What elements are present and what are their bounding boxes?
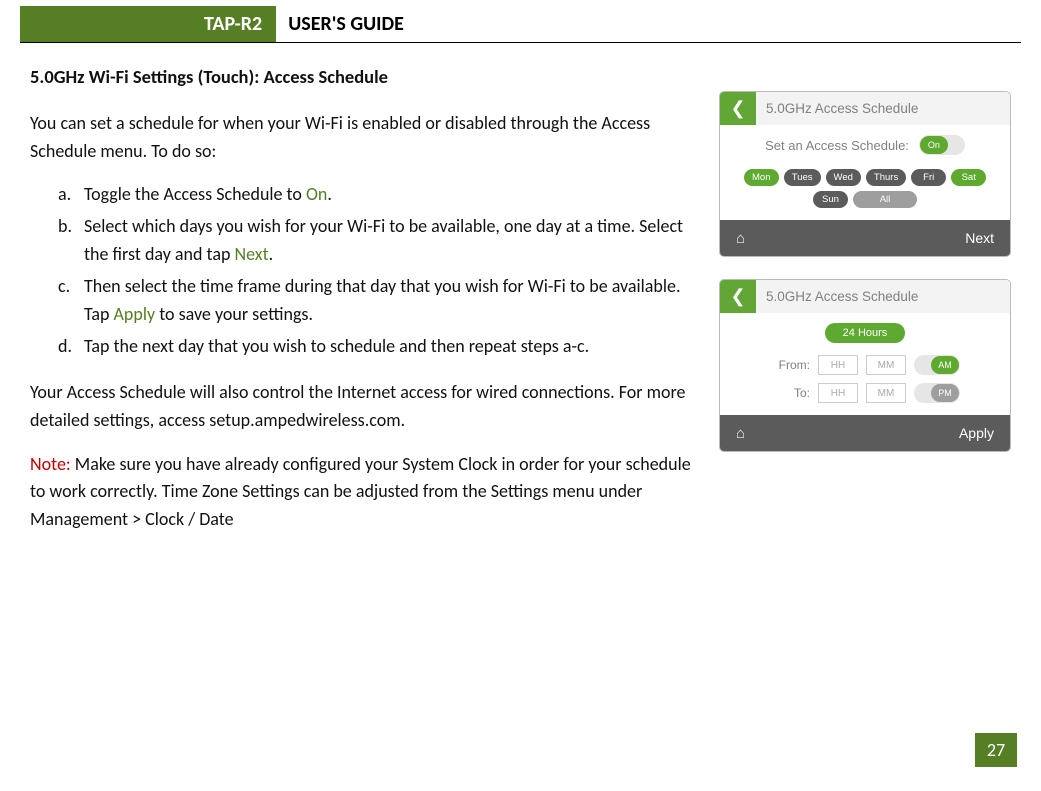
- time-grid: From: HH MM AM To: HH MM PM: [738, 355, 992, 403]
- day-chip-sun[interactable]: Sun: [813, 191, 848, 208]
- day-chip-wed[interactable]: Wed: [826, 169, 861, 186]
- step-text: Toggle the Access Schedule to: [84, 183, 306, 205]
- toggle-knob: AM: [931, 356, 959, 374]
- screens-column: ❮ 5.0GHz Access Schedule Set an Access S…: [719, 63, 1011, 550]
- step-letter: d.: [58, 333, 72, 361]
- day-chips: Mon Tues Wed Thurs Fri Sat Sun All: [738, 169, 992, 208]
- after-paragraph: Your Access Schedule will also control t…: [30, 379, 701, 435]
- screen-titlebar: ❮ 5.0GHz Access Schedule: [720, 280, 1010, 313]
- highlight-apply: Apply: [114, 303, 156, 325]
- home-icon[interactable]: ⌂: [736, 230, 745, 247]
- step-text-post: .: [269, 243, 274, 265]
- set-schedule-label: Set an Access Schedule:: [765, 138, 909, 153]
- section-title: 5.0GHz Wi-Fi Settings (Touch): Access Sc…: [30, 63, 701, 92]
- step-text: Tap the next day that you wish to schedu…: [84, 335, 589, 357]
- to-label: To:: [762, 386, 810, 400]
- step-text: Select which days you wish for your Wi-F…: [84, 215, 683, 265]
- intro-paragraph: You can set a schedule for when your Wi-…: [30, 110, 701, 166]
- day-chip-tues[interactable]: Tues: [784, 169, 821, 186]
- header-color-bar: [20, 6, 190, 42]
- step-text-post: .: [327, 183, 332, 205]
- to-mm-input[interactable]: MM: [866, 383, 906, 403]
- guide-title: USER'S GUIDE: [276, 6, 416, 42]
- note-label: Note:: [30, 453, 71, 475]
- day-chip-all[interactable]: All: [853, 191, 917, 208]
- schedule-toggle[interactable]: On: [919, 135, 965, 155]
- to-ampm-toggle[interactable]: PM: [914, 383, 960, 403]
- schedule-toggle-row: Set an Access Schedule: On: [738, 135, 992, 155]
- chevron-left-icon: ❮: [730, 98, 745, 119]
- steps-list: a. Toggle the Access Schedule to On. b. …: [30, 181, 701, 360]
- page-number: 27: [975, 733, 1017, 767]
- from-hh-input[interactable]: HH: [818, 355, 858, 375]
- step-d: d. Tap the next day that you wish to sch…: [58, 333, 701, 361]
- screen-footer: ⌂ Next: [720, 220, 1010, 256]
- next-button[interactable]: Next: [965, 230, 994, 246]
- screen-days: ❮ 5.0GHz Access Schedule Set an Access S…: [719, 91, 1011, 257]
- screen-body: Set an Access Schedule: On Mon Tues Wed …: [720, 125, 1010, 220]
- chevron-left-icon: ❮: [730, 286, 745, 307]
- back-button[interactable]: ❮: [720, 92, 756, 125]
- chip-24-hours[interactable]: 24 Hours: [825, 323, 906, 343]
- step-text-post: to save your settings.: [155, 303, 313, 325]
- page-header: TAP-R2 USER'S GUIDE: [20, 0, 1021, 43]
- apply-button[interactable]: Apply: [959, 425, 994, 441]
- toggle-knob: PM: [931, 384, 959, 402]
- day-chip-sat[interactable]: Sat: [951, 169, 986, 186]
- screen-title: 5.0GHz Access Schedule: [756, 280, 1010, 313]
- day-chip-mon[interactable]: Mon: [744, 169, 779, 186]
- highlight-next: Next: [234, 243, 268, 265]
- from-label: From:: [762, 358, 810, 372]
- step-b: b. Select which days you wish for your W…: [58, 213, 701, 269]
- note-text: Make sure you have already configured yo…: [30, 453, 691, 531]
- back-button[interactable]: ❮: [720, 280, 756, 313]
- to-hh-input[interactable]: HH: [818, 383, 858, 403]
- screen-body: 24 Hours From: HH MM AM To: HH MM PM: [720, 313, 1010, 415]
- content-area: 5.0GHz Wi-Fi Settings (Touch): Access Sc…: [0, 43, 1041, 550]
- screen-titlebar: ❮ 5.0GHz Access Schedule: [720, 92, 1010, 125]
- day-chip-thurs[interactable]: Thurs: [866, 169, 906, 186]
- screen-footer: ⌂ Apply: [720, 415, 1010, 451]
- step-a: a. Toggle the Access Schedule to On.: [58, 181, 701, 209]
- from-mm-input[interactable]: MM: [866, 355, 906, 375]
- text-column: 5.0GHz Wi-Fi Settings (Touch): Access Sc…: [30, 63, 701, 550]
- note-paragraph: Note: Make sure you have already configu…: [30, 451, 701, 535]
- from-ampm-toggle[interactable]: AM: [914, 355, 960, 375]
- toggle-knob: On: [920, 136, 948, 154]
- step-c: c. Then select the time frame during tha…: [58, 273, 701, 329]
- home-icon[interactable]: ⌂: [736, 425, 745, 442]
- step-letter: a.: [58, 181, 71, 209]
- step-letter: c.: [58, 273, 70, 301]
- screen-title: 5.0GHz Access Schedule: [756, 92, 1010, 125]
- screen-time: ❮ 5.0GHz Access Schedule 24 Hours From: …: [719, 279, 1011, 452]
- highlight-on: On: [306, 183, 327, 205]
- step-letter: b.: [58, 213, 72, 241]
- day-chip-fri[interactable]: Fri: [911, 169, 946, 186]
- product-badge: TAP-R2: [190, 6, 276, 42]
